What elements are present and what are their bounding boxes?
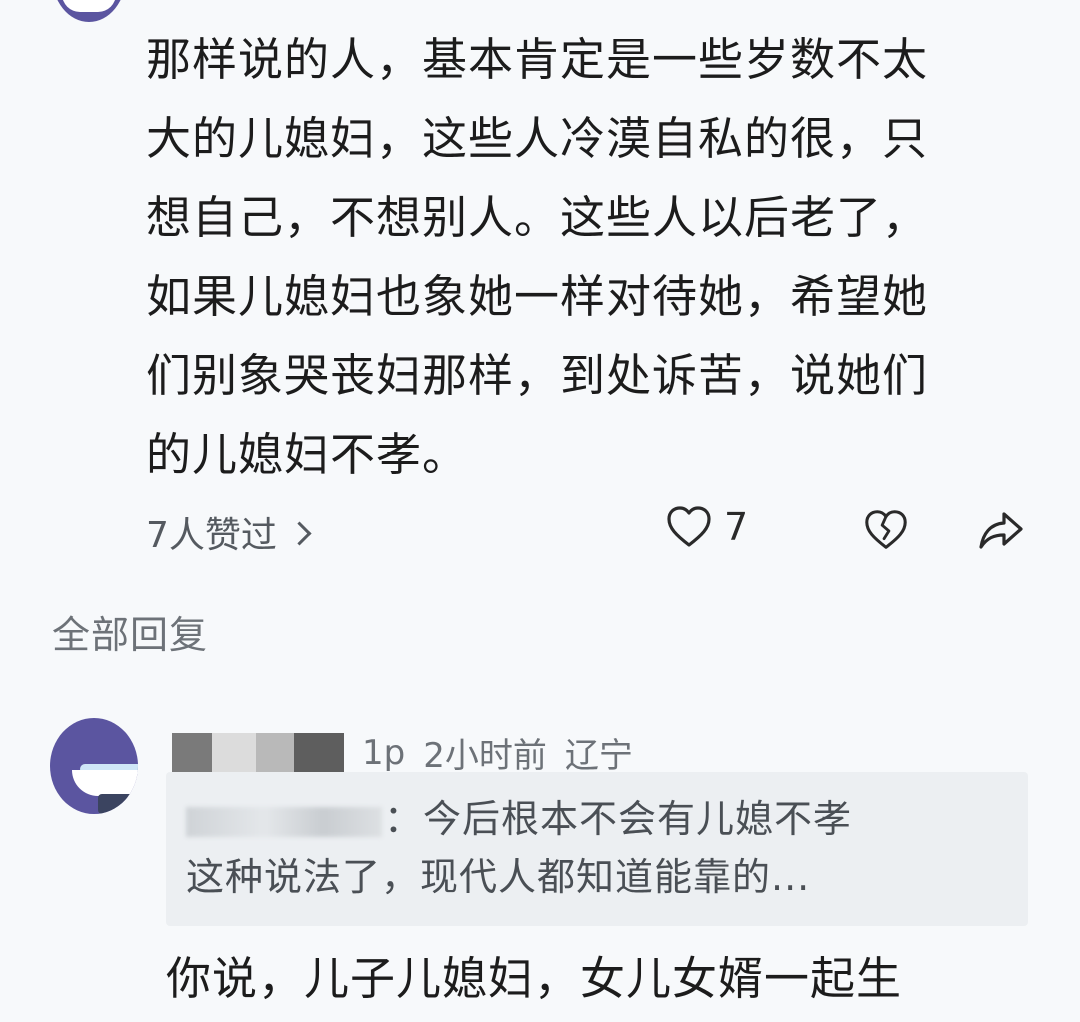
- comment-line: 如果儿媳妇也象她一样对待她，希望她: [146, 270, 929, 323]
- chevron-right-icon: [287, 520, 312, 546]
- comment-thread-page: 那样说的人，基本肯定是一些岁数不太 大的儿媳妇，这些人冷漠自私的很，只 想自己，…: [0, 0, 1080, 1022]
- heart-icon: [667, 506, 711, 547]
- like-count: 7: [724, 505, 749, 549]
- comment-actions: 7人赞过 7: [146, 502, 1036, 558]
- reply-meta: 1p 2小时前 辽宁: [172, 728, 633, 777]
- comment-line: 的儿媳妇不孝。: [146, 428, 469, 481]
- comment-body: 那样说的人，基本肯定是一些岁数不太 大的儿媳妇，这些人冷漠自私的很，只 想自己，…: [146, 20, 1036, 494]
- quoted-line-text: ：今后根本不会有儿媳不孝: [384, 797, 853, 841]
- avatar-bowl-shape: [72, 770, 138, 796]
- reply-avatar[interactable]: [50, 718, 138, 814]
- comment-line: 想自己，不想别人。这些人以后老了，: [146, 191, 929, 244]
- quoted-line: ：今后根本不会有儿媳不孝: [186, 790, 1006, 848]
- redacted-quoted-author: [186, 806, 382, 837]
- avatar-stem-shape: [98, 794, 134, 814]
- redacted-username[interactable]: [172, 732, 344, 773]
- reply-location: 辽宁: [564, 736, 633, 776]
- reply-time: 2小时前: [423, 736, 547, 776]
- quoted-text: ：今后根本不会有儿媳不孝 这种说法了，现代人都知道能靠的...: [186, 790, 1006, 906]
- reply-floor: 1p: [362, 732, 406, 773]
- commenter-avatar[interactable]: [52, 0, 126, 22]
- likers-summary: 7人赞过: [146, 515, 277, 556]
- comment-line: 大的儿媳妇，这些人冷漠自私的很，只: [146, 112, 929, 165]
- quoted-comment[interactable]: ：今后根本不会有儿媳不孝 这种说法了，现代人都知道能靠的...: [166, 772, 1028, 926]
- dislike-button[interactable]: [862, 506, 910, 554]
- like-button[interactable]: 7: [664, 502, 748, 552]
- all-replies-heading: 全部回复: [52, 613, 209, 657]
- share-button[interactable]: [976, 506, 1024, 554]
- likers-link[interactable]: 7人赞过: [146, 506, 312, 558]
- reply-body: 你说，儿子儿媳妇，女儿女婿一起生: [166, 952, 903, 1005]
- comment-line: 那样说的人，基本肯定是一些岁数不太: [146, 33, 929, 86]
- comment-line: 们别象哭丧妇那样，到处诉苦，说她们: [146, 349, 929, 402]
- share-icon: [979, 512, 1023, 549]
- quoted-line: 这种说法了，现代人都知道能靠的...: [186, 855, 811, 899]
- broken-heart-icon: [865, 510, 907, 549]
